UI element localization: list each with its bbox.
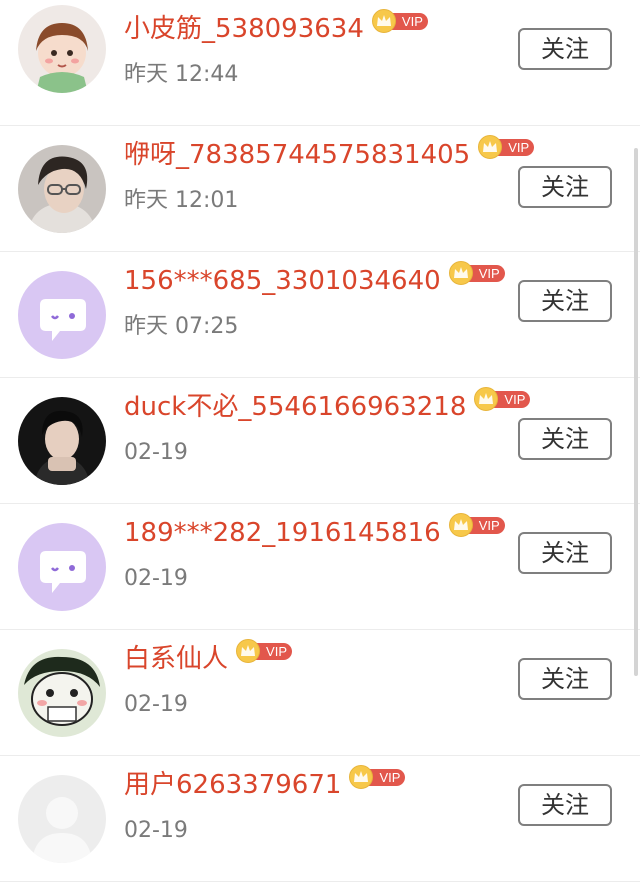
avatar[interactable] — [18, 271, 106, 359]
avatar[interactable] — [18, 775, 106, 863]
follower-list: 小皮筋_538093634 VIP 昨天 12:44 关注 咿呀_78385744… — [0, 0, 640, 882]
scrollbar[interactable] — [634, 148, 638, 676]
timestamp: 02-19 — [124, 440, 188, 465]
avatar[interactable] — [18, 649, 106, 737]
crown-icon — [236, 639, 261, 663]
avatar[interactable] — [18, 397, 106, 485]
username[interactable]: 156***685_3301034640 VIP — [124, 261, 507, 298]
follow-button[interactable]: 关注 — [518, 280, 612, 322]
vip-badge: VIP — [371, 9, 430, 33]
username-text[interactable]: duck不必_5546166963218 — [124, 392, 466, 422]
list-item[interactable]: 小皮筋_538093634 VIP 昨天 12:44 关注 — [0, 0, 640, 126]
timestamp: 02-19 — [124, 692, 188, 717]
timestamp: 02-19 — [124, 566, 188, 591]
list-item[interactable]: 用户6263379671 VIP 02-19 关注 — [0, 756, 640, 882]
avatar[interactable] — [18, 5, 106, 93]
avatar[interactable] — [18, 523, 106, 611]
crown-icon — [448, 513, 473, 537]
avatar[interactable] — [18, 145, 106, 233]
list-item[interactable]: 咿呀_78385744575831405 VIP 昨天 12:01 关注 — [0, 126, 640, 252]
crown-icon — [371, 9, 396, 33]
crown-icon — [448, 261, 473, 285]
timestamp: 02-19 — [124, 818, 188, 843]
username-text[interactable]: 小皮筋_538093634 — [124, 14, 364, 44]
username[interactable]: 白系仙人 VIP — [124, 639, 294, 676]
vip-badge: VIP — [478, 135, 536, 159]
list-item[interactable]: duck不必_5546166963218 VIP 02-19 关注 — [0, 378, 640, 504]
username[interactable]: 小皮筋_538093634 VIP — [124, 9, 430, 46]
list-item[interactable]: 156***685_3301034640 VIP 昨天 07:25 关注 — [0, 252, 640, 378]
vip-badge: VIP — [236, 639, 294, 663]
vip-badge: VIP — [448, 513, 507, 537]
username[interactable]: 咿呀_78385744575831405 VIP — [124, 135, 536, 172]
timestamp: 昨天 12:01 — [124, 188, 239, 213]
username[interactable]: 189***282_1916145816 VIP — [124, 513, 507, 550]
vip-badge: VIP — [474, 387, 532, 411]
username-text[interactable]: 咿呀_78385744575831405 — [124, 140, 470, 170]
vip-badge: VIP — [349, 765, 407, 789]
follow-button[interactable]: 关注 — [518, 784, 612, 826]
vip-badge: VIP — [448, 261, 507, 285]
timestamp: 昨天 07:25 — [124, 314, 239, 339]
follow-button[interactable]: 关注 — [518, 166, 612, 208]
timestamp: 昨天 12:44 — [124, 62, 239, 87]
follow-button[interactable]: 关注 — [518, 418, 612, 460]
username-text[interactable]: 用户6263379671 — [124, 770, 341, 800]
follow-button[interactable]: 关注 — [518, 28, 612, 70]
follow-button[interactable]: 关注 — [518, 532, 612, 574]
username[interactable]: 用户6263379671 VIP — [124, 765, 407, 802]
list-item[interactable]: 189***282_1916145816 VIP 02-19 关注 — [0, 504, 640, 630]
username-text[interactable]: 156***685_3301034640 — [124, 266, 441, 296]
username[interactable]: duck不必_5546166963218 VIP — [124, 387, 532, 424]
username-text[interactable]: 189***282_1916145816 — [124, 518, 441, 548]
list-item[interactable]: 白系仙人 VIP 02-19 关注 — [0, 630, 640, 756]
follow-button[interactable]: 关注 — [518, 658, 612, 700]
username-text[interactable]: 白系仙人 — [124, 644, 228, 674]
